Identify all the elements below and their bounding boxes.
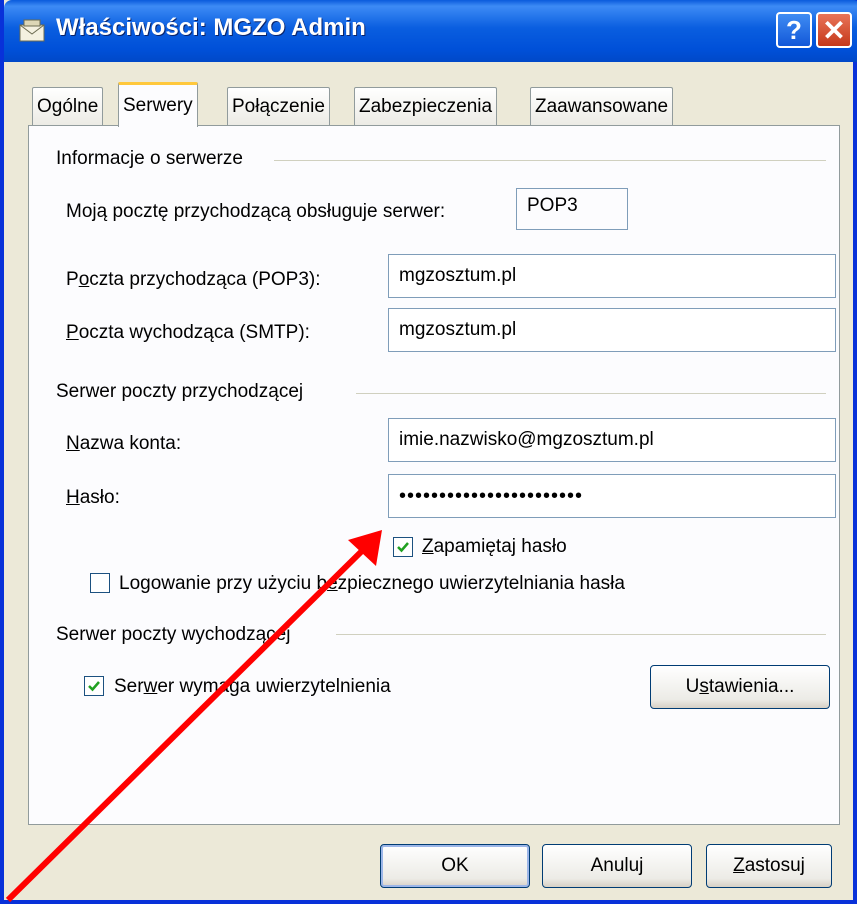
checkmark-icon [88, 681, 100, 692]
remember-password-label[interactable]: Zapamiętaj hasło [422, 536, 567, 558]
tab-security[interactable]: Zabezpieczenia [354, 87, 498, 125]
incoming-type-value: POP3 [516, 188, 628, 230]
smtp-auth-checkbox[interactable] [84, 676, 104, 696]
account-name-label: Nazwa konta: [66, 433, 182, 454]
password-input[interactable]: ••••••••••••••••••••••• [388, 474, 836, 518]
outgoing-server-label: Poczta wychodząca (SMTP): [66, 322, 310, 343]
tab-advanced[interactable]: Zaawansowane [530, 87, 674, 125]
password-label: Hasło: [66, 487, 120, 508]
server-info-group-title: Informacje o serwerze [56, 148, 243, 169]
smtp-auth-label[interactable]: Serwer wymaga uwierzytelnienia [114, 676, 391, 698]
incoming-group-title: Serwer poczty przychodzącej [56, 381, 304, 402]
spa-checkbox[interactable] [90, 573, 110, 593]
close-button[interactable]: ✕ [816, 12, 852, 48]
spa-label[interactable]: Logowanie przy użyciu bezpiecznego uwier… [119, 573, 625, 595]
tab-connection[interactable]: Połączenie [227, 87, 330, 125]
cancel-button[interactable]: Anuluj [542, 844, 692, 888]
tab-general[interactable]: Ogólne [32, 87, 104, 125]
properties-dialog: Właściwości: MGZO Admin ? ✕ Ogólne Serwe… [0, 0, 857, 904]
incoming-type-label: Moją pocztę przychodzącą obsługuje serwe… [66, 201, 446, 222]
remember-password-checkbox[interactable] [393, 537, 413, 557]
incoming-server-label: Poczta przychodząca (POP3): [66, 269, 321, 290]
help-button[interactable]: ? [776, 12, 812, 48]
account-name-input[interactable]: imie.nazwisko@mgzosztum.pl [388, 418, 836, 462]
apply-button[interactable]: Zastosuj [706, 844, 832, 888]
group-divider [274, 160, 826, 161]
tab-servers[interactable]: Serwery [118, 82, 198, 127]
settings-button[interactable]: Us tawienia... [650, 665, 830, 709]
outgoing-server-input[interactable]: mgzosztum.pl [388, 308, 836, 352]
ok-button[interactable]: OK [380, 844, 530, 888]
outgoing-group-title: Serwer poczty wychodzącej [56, 624, 291, 645]
mail-account-icon [19, 19, 45, 42]
group-divider [356, 393, 826, 394]
group-divider [336, 634, 826, 635]
checkmark-icon [397, 542, 409, 553]
window-title: Właściwości: MGZO Admin [56, 14, 366, 41]
incoming-server-input[interactable]: mgzosztum.pl [388, 254, 836, 298]
title-bar[interactable]: Właściwości: MGZO Admin ? ✕ [4, 0, 857, 62]
